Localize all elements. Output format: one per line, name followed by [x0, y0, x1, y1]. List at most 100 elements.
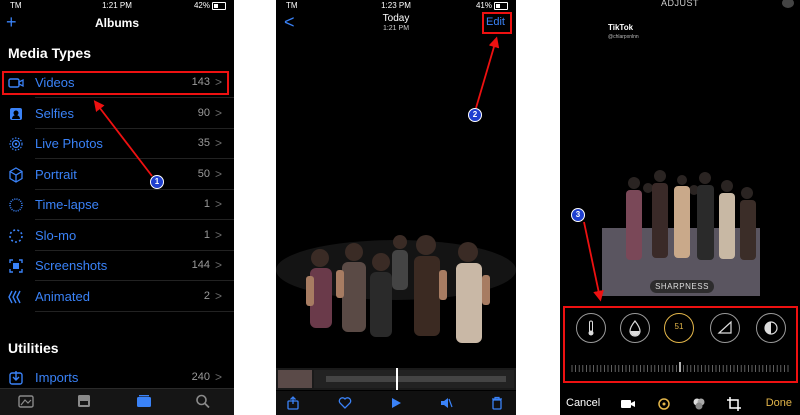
- album-row-live-photos[interactable]: Live Photos 35 >: [0, 129, 234, 159]
- live-photo-icon: [9, 137, 23, 151]
- sharpness-tool[interactable]: 51: [664, 313, 694, 343]
- chevron-right-icon: >: [214, 136, 222, 150]
- album-label: Time-lapse: [35, 197, 99, 212]
- done-button[interactable]: Done: [766, 397, 792, 409]
- adjust-dial-icon[interactable]: [656, 396, 672, 412]
- portrait-cube-icon: [9, 166, 23, 183]
- tab-bar: [0, 388, 234, 415]
- edit-bottom-bar: Cancel Done: [560, 393, 800, 415]
- album-label: Imports: [35, 370, 79, 385]
- battery-percent: 42%: [193, 1, 210, 10]
- noise-reduction-tool[interactable]: [756, 313, 786, 343]
- album-label: Slo-mo: [35, 227, 77, 243]
- album-label: Selfies: [35, 105, 75, 121]
- album-label: Animated: [35, 288, 90, 304]
- album-count: 2: [203, 289, 210, 302]
- battery-icon: [212, 1, 226, 10]
- video-scrubber[interactable]: [276, 368, 516, 390]
- section-heading-media-types: Media Types: [8, 45, 91, 61]
- droplet-icon: [629, 320, 641, 337]
- album-count: 35: [197, 137, 210, 149]
- album-label: Portrait: [35, 166, 77, 182]
- video-toolbar: [276, 391, 516, 415]
- for-you-icon[interactable]: [76, 394, 92, 408]
- album-label: Screenshots: [35, 258, 108, 273]
- row-divider: [35, 310, 234, 312]
- animated-icon: [8, 290, 21, 303]
- step-badge-3: 3: [571, 208, 585, 222]
- chevron-right-icon: >: [214, 370, 222, 384]
- adjust-title: ADJUST: [660, 0, 699, 8]
- group-photo-image: [276, 40, 516, 368]
- page-title: Albums: [94, 16, 139, 30]
- crop-icon[interactable]: [726, 396, 742, 412]
- battery-indicator: 41%: [476, 1, 508, 10]
- album-count: 240: [191, 371, 210, 383]
- share-icon[interactable]: [286, 396, 300, 410]
- timelapse-icon: [9, 198, 23, 212]
- chevron-right-icon: >: [214, 197, 222, 211]
- library-icon[interactable]: [18, 394, 34, 408]
- exposure-tool[interactable]: [576, 313, 606, 343]
- import-icon: [9, 371, 23, 385]
- saturation-tool[interactable]: [620, 313, 650, 343]
- chevron-right-icon: >: [214, 227, 222, 242]
- album-row-slo-mo[interactable]: Slo-mo 1 >: [0, 221, 234, 251]
- album-count: 90: [197, 106, 210, 119]
- mute-icon[interactable]: [439, 396, 453, 410]
- group-photo-image: [602, 18, 760, 296]
- triangle-icon: [717, 320, 732, 334]
- half-circle-icon: [764, 321, 778, 335]
- tiktok-username: @chlarpxnlnn: [608, 34, 639, 40]
- video-preview: TikTok @chlarpxnlnn: [602, 18, 760, 296]
- albums-icon[interactable]: [136, 394, 152, 408]
- sharpness-value: 51: [674, 322, 684, 331]
- step-badge-2: 2: [468, 108, 482, 122]
- video-frame[interactable]: [276, 40, 516, 368]
- chevron-right-icon: >: [214, 258, 222, 272]
- cancel-button[interactable]: Cancel: [566, 397, 600, 409]
- slomo-icon: [9, 228, 23, 243]
- album-row-selfies[interactable]: Selfies 90 >: [0, 99, 234, 129]
- album-count: 1: [203, 198, 210, 210]
- tool-name-label: SHARPNESS: [650, 280, 714, 293]
- favorite-heart-icon[interactable]: [338, 396, 352, 410]
- adjust-slider[interactable]: [570, 362, 790, 372]
- album-row-screenshots[interactable]: Screenshots 144 >: [0, 251, 234, 281]
- trash-icon[interactable]: [490, 396, 504, 410]
- videos-highlight-box: [2, 71, 229, 95]
- album-row-animated[interactable]: Animated 2 >: [0, 282, 234, 312]
- status-bar: TM 1:21 PM 42%: [0, 0, 234, 12]
- album-count: 50: [197, 167, 210, 180]
- album-count: 144: [191, 259, 210, 271]
- adjust-screen: ADJUST TikTok @chlarpxnlnn SHARPNESS 51 …: [560, 0, 800, 415]
- date-subtitle: 1:21 PM: [382, 25, 410, 32]
- album-row-time-lapse[interactable]: Time-lapse 1 >: [0, 190, 234, 220]
- play-icon[interactable]: [389, 396, 403, 410]
- chevron-right-icon: >: [214, 166, 222, 181]
- album-row-portrait[interactable]: Portrait 50 >: [0, 160, 234, 190]
- album-count: 1: [203, 228, 210, 241]
- thermometer-icon: [588, 320, 594, 336]
- date-title: Today: [382, 13, 410, 24]
- section-heading-utilities: Utilities: [8, 340, 59, 356]
- selfie-icon: [10, 107, 22, 120]
- step-badge-1: 1: [150, 175, 164, 189]
- status-bar: TM 1:23 PM 41%: [276, 0, 516, 12]
- battery-icon: [494, 1, 508, 10]
- chevron-right-icon: >: [214, 288, 222, 303]
- tiktok-watermark: TikTok: [608, 23, 634, 32]
- video-camera-icon[interactable]: [620, 398, 636, 410]
- screenshot-icon: [9, 259, 23, 273]
- definition-tool[interactable]: [710, 313, 740, 343]
- video-view-screen: TM 1:23 PM 41% < Today 1:21 PM Edit 2: [276, 0, 516, 415]
- search-icon[interactable]: [195, 394, 211, 408]
- battery-indicator: 42%: [194, 1, 226, 10]
- battery-percent: 41%: [475, 1, 492, 10]
- chevron-right-icon: >: [214, 105, 222, 120]
- album-label: Live Photos: [35, 136, 103, 151]
- scrubber-frames: [278, 368, 514, 390]
- albums-screen: TM 1:21 PM 42% + Albums Media Types Vide…: [0, 0, 234, 415]
- edit-highlight-box: [482, 12, 512, 34]
- filters-icon[interactable]: [691, 396, 707, 412]
